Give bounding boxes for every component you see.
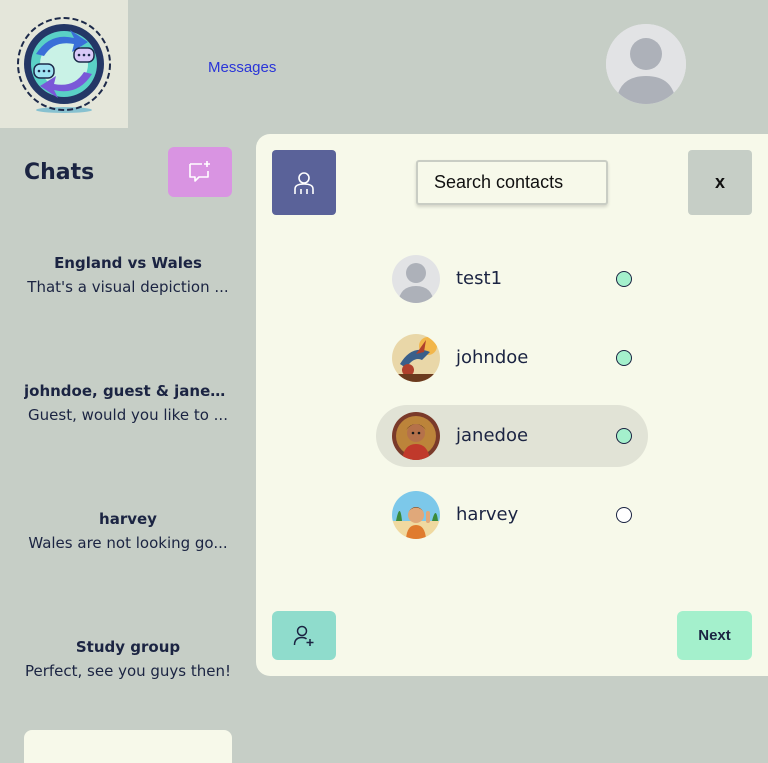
chat-preview: Wales are not looking go...	[28, 534, 228, 552]
contact-avatar	[392, 255, 440, 303]
online-status-dot	[616, 428, 632, 444]
contact-name: janedoe	[456, 425, 529, 446]
chat-list-item[interactable]: England vs Wales That's a visual depicti…	[24, 254, 232, 296]
user-avatar-icon	[606, 24, 686, 104]
contact-row-janedoe[interactable]: janedoe	[376, 405, 648, 467]
next-button[interactable]: Next	[677, 611, 752, 660]
offline-status-dot	[616, 507, 632, 523]
chat-list-item[interactable]: Study group Perfect, see you guys then!	[24, 638, 232, 680]
chat-name: harvey	[99, 510, 157, 528]
chat-name: johndoe, guest & janed...	[24, 382, 232, 400]
contact-avatar	[392, 491, 440, 539]
beach-avatar-icon	[392, 491, 440, 539]
contacts-icon	[294, 171, 314, 194]
chat-preview: Guest, would you like to ...	[28, 406, 228, 424]
chat-swap-logo-icon	[17, 17, 111, 113]
contacts-button[interactable]	[272, 150, 336, 215]
app-logo[interactable]	[0, 0, 128, 128]
online-status-dot	[616, 350, 632, 366]
chat-list-item[interactable]: harvey Wales are not looking go...	[24, 510, 232, 552]
search-contacts-input[interactable]	[416, 160, 608, 205]
contact-avatar	[392, 334, 440, 382]
contact-name: test1	[456, 268, 503, 289]
contact-row-johndoe[interactable]: johndoe	[376, 327, 648, 389]
contact-row-harvey[interactable]: harvey	[376, 484, 648, 546]
contact-picker-modal: x test1 johndoe	[256, 134, 768, 676]
chat-name: Study group	[75, 638, 181, 656]
chat-name: England vs Wales	[54, 254, 202, 272]
contact-name: johndoe	[456, 347, 529, 368]
close-button[interactable]: x	[688, 150, 752, 215]
contact-name: harvey	[456, 504, 519, 525]
default-user-icon	[392, 255, 440, 303]
new-chat-button[interactable]	[168, 147, 232, 197]
profile-avatar[interactable]	[606, 24, 686, 104]
online-status-dot	[616, 271, 632, 287]
chats-heading: Chats	[24, 160, 95, 185]
contact-avatar	[392, 412, 440, 460]
chat-list-item[interactable]: johndoe, guest & janed... Guest, would y…	[24, 382, 232, 424]
add-user-icon	[293, 625, 314, 646]
dragon-avatar-icon	[392, 334, 440, 382]
add-contact-button[interactable]	[272, 611, 336, 660]
chat-preview: Perfect, see you guys then!	[24, 662, 232, 680]
sidebar-bottom-card	[24, 730, 232, 763]
contact-row-test1[interactable]: test1	[376, 248, 648, 310]
portrait-avatar-icon	[392, 412, 440, 460]
new-message-icon	[189, 161, 210, 182]
messages-nav-link[interactable]: Messages	[208, 59, 276, 76]
chat-preview: That's a visual depiction ...	[27, 278, 229, 296]
